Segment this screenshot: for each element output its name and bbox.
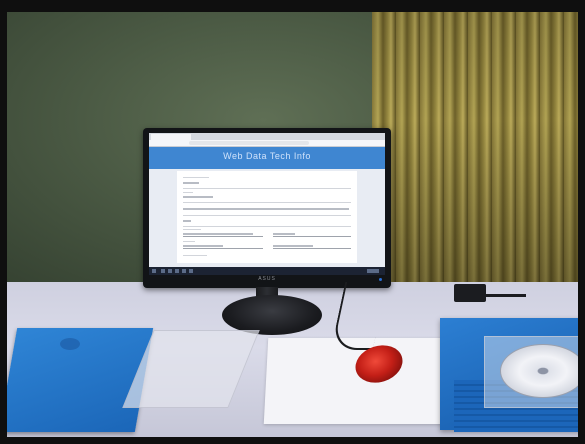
taskbar-app-icon[interactable]: [175, 269, 179, 273]
device-cable: [486, 294, 526, 297]
form-divider: [183, 226, 351, 227]
start-icon[interactable]: [152, 269, 156, 273]
compact-disc: [500, 344, 585, 398]
form-label: [183, 192, 193, 193]
taskbar-app-icon[interactable]: [182, 269, 186, 273]
url-field[interactable]: [189, 141, 309, 145]
form-label: [183, 229, 201, 230]
monitor-screen: Web Data Tech Info: [149, 133, 385, 275]
taskbar-app-icon[interactable]: [161, 269, 165, 273]
monitor-stand-base: [222, 295, 322, 335]
form-label: [183, 255, 207, 256]
system-tray-clock[interactable]: [367, 269, 379, 273]
windows-taskbar: [149, 267, 385, 275]
browser-address-bar: [149, 140, 385, 147]
form-divider: [183, 188, 351, 189]
taskbar-app-icon[interactable]: [189, 269, 193, 273]
form-card: [177, 171, 357, 263]
app-header: Web Data Tech Info: [149, 147, 385, 169]
form-select[interactable]: [183, 231, 263, 237]
form-select[interactable]: [183, 243, 263, 249]
form-text-row: [183, 208, 349, 210]
browser-tab-bar: [149, 133, 385, 140]
form-select[interactable]: [273, 243, 351, 249]
form-select[interactable]: [273, 231, 351, 237]
photo-scene: Web Data Tech Info ASUS: [0, 0, 585, 444]
form-select-value: [273, 233, 295, 235]
monitor: Web Data Tech Info ASUS: [143, 128, 391, 288]
usb-hub-device: [454, 284, 486, 302]
form-value: [183, 196, 213, 198]
taskbar-app-icon[interactable]: [168, 269, 172, 273]
power-led-icon: [379, 278, 382, 281]
form-value: [183, 182, 199, 184]
app-title: Web Data Tech Info: [223, 151, 311, 161]
form-value: [183, 220, 191, 222]
form-select-value: [183, 233, 253, 235]
form-select-value: [183, 245, 223, 247]
form-label: [183, 177, 209, 178]
form-label: [183, 241, 195, 242]
curtain-shadow: [372, 0, 585, 300]
folder-emblem-icon: [60, 338, 80, 350]
form-divider: [183, 215, 351, 216]
form-divider: [183, 202, 351, 203]
form-select-value: [273, 245, 313, 247]
